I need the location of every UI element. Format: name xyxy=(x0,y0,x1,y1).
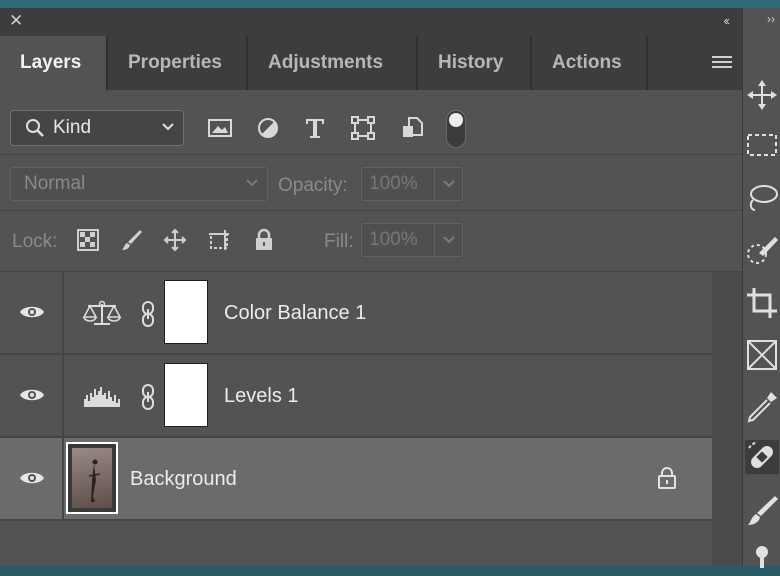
opacity-label: Opacity: xyxy=(278,175,348,196)
blend-mode-value: Normal xyxy=(24,173,86,194)
image-filter-icon[interactable] xyxy=(207,115,233,141)
layer-lock-icon[interactable] xyxy=(656,466,678,490)
mask-link-icon[interactable] xyxy=(140,383,156,411)
collapse-panel-icon[interactable]: ‹‹ xyxy=(723,13,730,28)
search-icon xyxy=(26,119,44,137)
eyedropper-tool-icon[interactable] xyxy=(745,390,779,424)
mask-link-icon[interactable] xyxy=(140,300,156,328)
chevron-down-icon xyxy=(443,180,455,188)
fill-label: Fill: xyxy=(324,231,354,252)
color-balance-icon xyxy=(82,300,122,325)
layer-row-levels[interactable]: Levels 1 xyxy=(0,355,712,438)
fill-dropdown[interactable] xyxy=(435,223,463,257)
lasso-tool-icon[interactable] xyxy=(745,182,779,216)
filter-kind-label: Kind xyxy=(53,117,92,138)
visibility-cell[interactable] xyxy=(0,355,64,436)
thumbnail-image xyxy=(72,448,112,508)
tab-properties[interactable]: Properties xyxy=(108,36,248,90)
adjustment-filter-icon[interactable] xyxy=(255,115,281,141)
filter-toggle[interactable] xyxy=(446,110,466,148)
panel-tabs: Layers Properties Adjustments History Ac… xyxy=(0,36,742,90)
chevron-down-icon xyxy=(443,236,455,244)
shape-filter-icon[interactable] xyxy=(350,115,376,141)
close-icon[interactable]: ✕ xyxy=(9,11,23,31)
tab-actions[interactable]: Actions xyxy=(532,36,648,90)
panel-title-bar: ✕ ‹‹ xyxy=(0,8,742,36)
chevron-down-icon xyxy=(162,123,174,131)
opacity-dropdown[interactable] xyxy=(435,167,463,201)
move-tool-icon[interactable] xyxy=(745,78,779,112)
tab-layers[interactable]: Layers xyxy=(0,36,108,90)
eye-icon[interactable] xyxy=(19,302,45,322)
lock-image-pixels-icon[interactable] xyxy=(120,228,144,252)
layer-name[interactable]: Color Balance 1 xyxy=(224,302,366,325)
lock-position-icon[interactable] xyxy=(163,228,187,252)
crop-tool-icon[interactable] xyxy=(745,286,779,320)
chevron-down-icon xyxy=(246,179,258,187)
smart-object-filter-icon[interactable] xyxy=(400,115,426,141)
panel-menu-icon[interactable] xyxy=(712,54,732,70)
lock-transparent-pixels-icon[interactable] xyxy=(76,228,100,252)
blend-mode-select[interactable]: Normal xyxy=(10,167,268,201)
eye-icon[interactable] xyxy=(19,468,45,488)
thumbnail-figure xyxy=(88,459,101,502)
filter-kind-select[interactable]: Kind xyxy=(10,110,184,146)
layer-row-color-balance[interactable]: Color Balance 1 xyxy=(0,272,712,355)
quick-selection-tool-icon[interactable] xyxy=(745,234,779,268)
tab-history[interactable]: History xyxy=(418,36,532,90)
levels-icon xyxy=(84,387,120,407)
layer-name[interactable]: Levels 1 xyxy=(224,385,299,408)
toolbar-collapse-icon[interactable]: ›› xyxy=(767,12,775,26)
marquee-tool-icon[interactable] xyxy=(745,128,779,162)
blend-row: Normal Opacity: 100% xyxy=(0,155,742,211)
tools-toolbar: ›› xyxy=(742,8,780,568)
lock-artboard-icon[interactable] xyxy=(207,228,231,252)
visibility-cell[interactable] xyxy=(0,272,64,353)
layer-name[interactable]: Background xyxy=(130,468,237,491)
brush-tool-icon[interactable] xyxy=(745,494,779,528)
frame-tool-icon[interactable] xyxy=(745,338,779,372)
type-filter-icon[interactable] xyxy=(302,115,328,141)
layers-empty-area xyxy=(0,521,712,569)
layer-thumbnail[interactable] xyxy=(66,442,118,514)
layers-list: Color Balance 1 Levels 1 Background xyxy=(0,272,712,569)
healing-brush-tool-icon[interactable] xyxy=(745,440,779,474)
layer-mask-thumbnail[interactable] xyxy=(164,363,208,427)
opacity-field[interactable]: 100% xyxy=(361,167,435,201)
lock-label: Lock: xyxy=(12,231,58,252)
layer-row-background[interactable]: Background xyxy=(0,438,712,521)
eye-icon[interactable] xyxy=(19,385,45,405)
layers-scrollbar-track[interactable] xyxy=(712,272,742,566)
layer-mask-thumbnail[interactable] xyxy=(164,280,208,344)
lock-all-icon[interactable] xyxy=(252,228,276,252)
canvas-background xyxy=(0,0,780,8)
clone-stamp-tool-icon[interactable] xyxy=(745,542,779,576)
visibility-cell[interactable] xyxy=(0,438,64,519)
lock-row: Lock: Fill: 100% xyxy=(0,211,742,272)
tab-adjustments[interactable]: Adjustments xyxy=(248,36,418,90)
fill-field[interactable]: 100% xyxy=(361,223,435,257)
filter-toggle-knob xyxy=(449,113,463,127)
